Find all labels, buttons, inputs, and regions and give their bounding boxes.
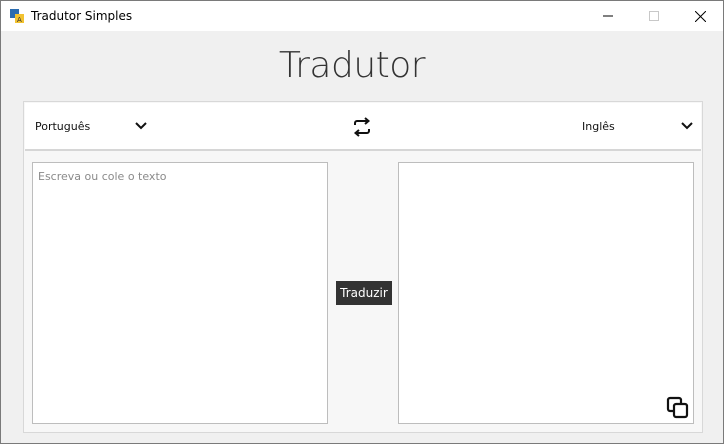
swap-arrows-icon[interactable] — [352, 117, 372, 137]
language-bar: Português Inglês — [25, 103, 701, 151]
source-language-label: Português — [35, 119, 91, 133]
target-language-select[interactable]: Inglês — [582, 115, 615, 137]
svg-text:A: A — [17, 16, 22, 24]
window-title: Tradutor Simples — [31, 9, 133, 23]
chevron-down-icon[interactable] — [681, 122, 693, 130]
maximize-icon — [649, 11, 659, 21]
source-text-placeholder: Escreva ou cole o texto — [38, 170, 167, 183]
close-button[interactable] — [677, 1, 723, 31]
app-window: A Tradutor Simples Tradutor Português In… — [0, 0, 724, 444]
client-area: Tradutor Português Inglês Escreva ou col… — [1, 31, 723, 443]
source-text-input[interactable]: Escreva ou cole o texto — [32, 162, 328, 424]
target-language-label: Inglês — [582, 119, 615, 133]
target-text-output[interactable] — [398, 162, 694, 424]
translate-button[interactable]: Traduzir — [336, 281, 392, 305]
app-icon: A — [10, 9, 24, 24]
copy-icon[interactable] — [666, 396, 690, 420]
chevron-down-icon[interactable] — [135, 122, 147, 130]
close-icon — [694, 10, 706, 22]
translator-panel: Português Inglês Escreva ou cole o texto… — [23, 101, 703, 433]
minimize-icon — [603, 15, 613, 17]
app-heading: Tradutor — [278, 45, 426, 86]
source-language-select[interactable]: Português — [35, 115, 90, 137]
minimize-button[interactable] — [585, 1, 631, 31]
maximize-button[interactable] — [631, 1, 677, 31]
title-bar[interactable]: A Tradutor Simples — [1, 1, 723, 31]
